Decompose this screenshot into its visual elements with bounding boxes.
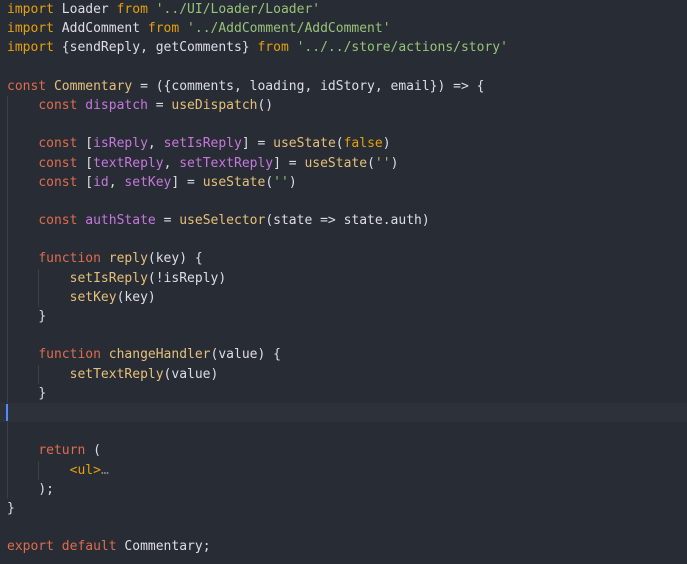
code-line[interactable] (0, 58, 687, 77)
code-line-current[interactable] (0, 402, 687, 423)
fold-ellipsis-icon[interactable]: … (101, 463, 109, 478)
text-cursor (6, 403, 8, 421)
code-line[interactable]: } (0, 383, 687, 403)
code-line[interactable]: <ul>… (0, 460, 687, 480)
code-line[interactable]: setKey(key) (0, 287, 687, 307)
code-area[interactable]: import Loader from '../UI/Loader/Loader'… (0, 0, 687, 564)
code-line[interactable]: const [isReply, setIsReply] = useState(f… (0, 134, 687, 154)
code-line[interactable] (0, 326, 687, 346)
code-line[interactable]: } (0, 499, 687, 518)
code-line[interactable]: import AddComment from '../AddComment/Ad… (0, 19, 687, 38)
code-line[interactable]: setIsReply(!isReply) (0, 268, 687, 288)
code-line[interactable]: const authState = useSelector(state => s… (0, 211, 687, 231)
code-line[interactable]: import {sendReply, getComments} from '..… (0, 38, 687, 57)
code-editor[interactable]: import Loader from '../UI/Loader/Loader'… (0, 0, 687, 564)
code-line[interactable] (0, 115, 687, 135)
code-line[interactable]: function reply(key) { (0, 249, 687, 269)
code-line[interactable]: return ( (0, 441, 687, 461)
code-line[interactable]: const dispatch = useDispatch() (0, 95, 687, 116)
code-line[interactable] (0, 191, 687, 212)
code-line[interactable] (0, 422, 687, 442)
code-line[interactable]: import Loader from '../UI/Loader/Loader' (0, 0, 687, 19)
code-line[interactable]: setTextReply(value) (0, 364, 687, 384)
code-line[interactable]: export default Commentary; (0, 537, 687, 556)
code-line[interactable]: const Commentary = ({comments, loading, … (0, 77, 687, 96)
code-line[interactable]: ); (0, 479, 687, 499)
code-line[interactable]: const [id, setKey] = useState('') (0, 172, 687, 192)
code-line[interactable]: const [textReply, setTextReply] = useSta… (0, 153, 687, 173)
code-line[interactable]: function changeHandler(value) { (0, 345, 687, 365)
code-line[interactable] (0, 230, 687, 250)
code-line[interactable]: } (0, 307, 687, 327)
code-line[interactable] (0, 518, 687, 537)
